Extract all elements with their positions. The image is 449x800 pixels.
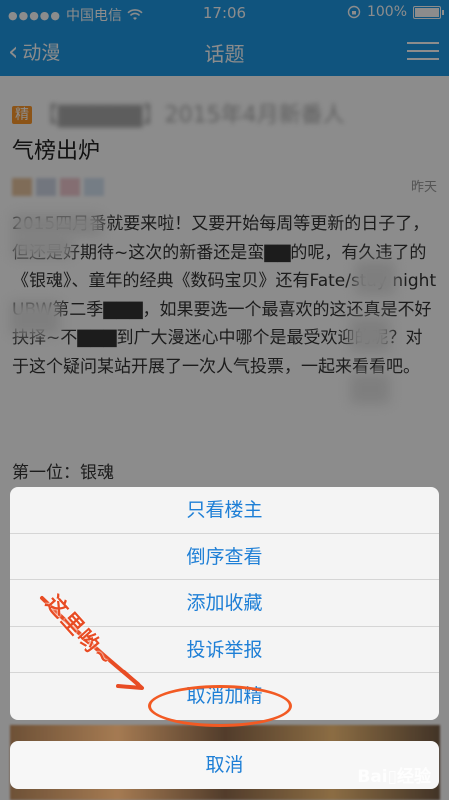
highlight-ring [148,685,292,727]
watermark: Bai▯经验 [357,767,431,787]
action-reverse-order[interactable]: 倒序查看 [10,534,439,581]
action-only-op[interactable]: 只看楼主 [10,487,439,534]
